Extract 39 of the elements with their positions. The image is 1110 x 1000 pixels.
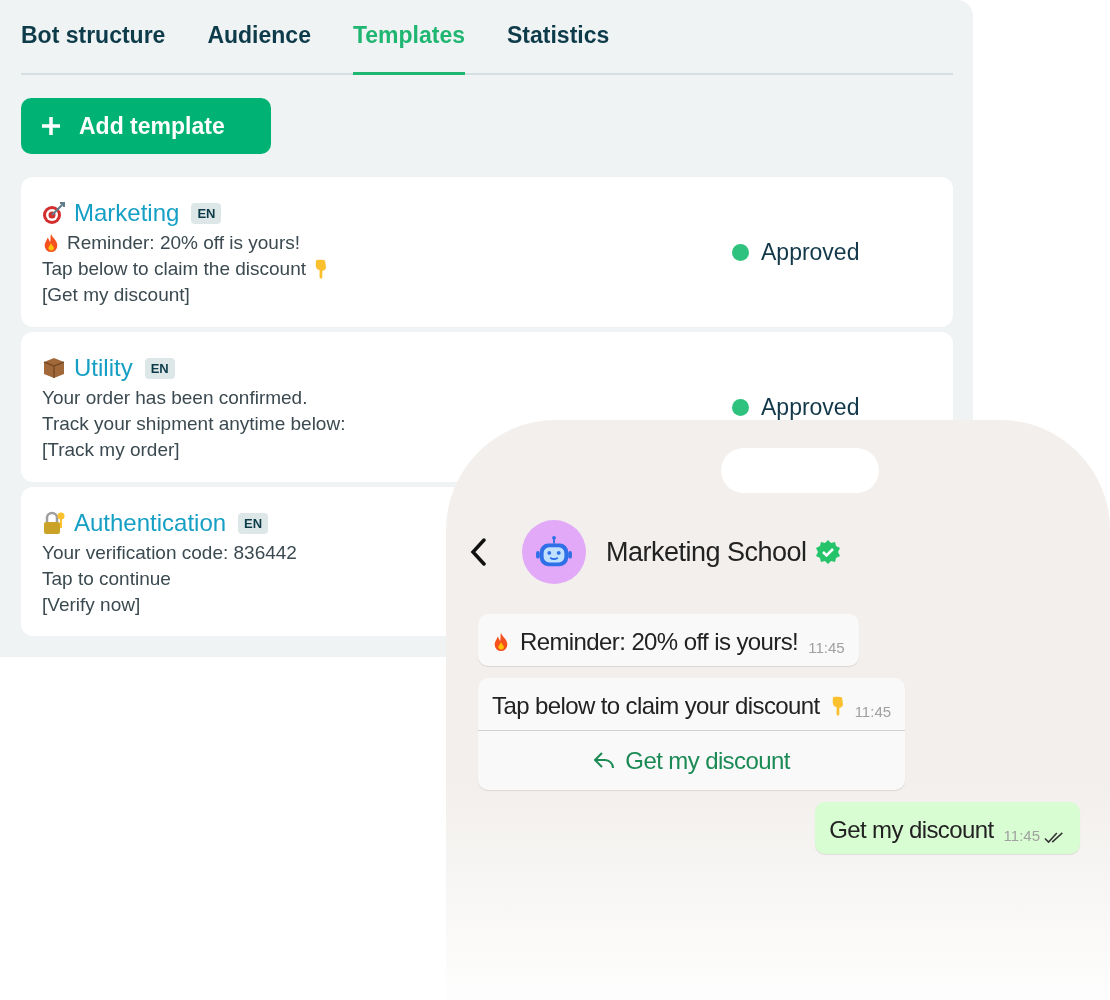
language-badge: EN xyxy=(238,512,269,534)
message-text: Get my discount xyxy=(829,816,994,844)
status-dot xyxy=(732,243,749,261)
template-text-line: Your verification code: 836442 xyxy=(42,541,297,565)
template-category: Authentication xyxy=(74,509,227,537)
template-text-line: [Track my order] xyxy=(42,438,180,462)
message-time: 11:45 xyxy=(808,639,845,656)
language-badge: EN xyxy=(191,202,222,224)
status-label: Approved xyxy=(761,238,860,266)
fire-icon xyxy=(42,233,60,253)
template-text-line: [Get my discount] xyxy=(42,283,190,307)
robot-icon xyxy=(535,535,573,569)
message-text: Tap below to claim your discount xyxy=(492,692,820,720)
tab[interactable]: Audience xyxy=(207,0,311,75)
plus-icon xyxy=(41,116,61,136)
status-dot xyxy=(732,398,749,416)
template-text-line: Reminder: 20% off is yours! xyxy=(67,231,301,255)
template-text-line: Your order has been confirmed. xyxy=(42,386,308,410)
quick-reply-button[interactable]: Get my discount xyxy=(478,730,906,790)
template-category: Utility xyxy=(74,354,133,382)
reply-arrow-icon xyxy=(593,750,616,771)
message-time: 11:45 xyxy=(1003,827,1040,844)
status-label: Approved xyxy=(761,393,860,421)
template-text-line: [Verify now] xyxy=(42,593,141,617)
box-icon xyxy=(42,356,66,380)
template-text-line: Tap below to claim the discount xyxy=(42,257,307,281)
template-category: Marketing xyxy=(74,199,180,227)
lock-with-key-icon xyxy=(42,511,66,535)
tab[interactable]: Bot structure xyxy=(21,0,166,75)
message-text: Reminder: 20% off is yours! xyxy=(520,628,799,656)
fire-icon xyxy=(492,632,510,652)
template-text-line: Track your shipment anytime below: xyxy=(42,412,346,436)
back-icon[interactable] xyxy=(470,538,486,566)
contact-name: Marketing School xyxy=(606,536,807,568)
message-time: 11:45 xyxy=(854,703,892,720)
template-text-line: Tap to continue xyxy=(42,567,171,591)
target-icon xyxy=(42,201,66,225)
language-badge: EN xyxy=(144,357,175,379)
tab[interactable]: Statistics xyxy=(507,0,610,75)
